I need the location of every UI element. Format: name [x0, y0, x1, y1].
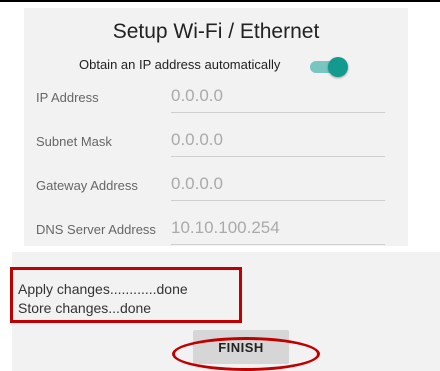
dhcp-toggle-row[interactable]: Obtain an IP address automatically: [24, 54, 408, 78]
toggle-thumb: [328, 57, 348, 77]
page-title: Setup Wi-Fi / Ethernet: [112, 20, 320, 43]
gateway-address-row: Gateway Address: [24, 168, 408, 208]
ip-address-row: IP Address: [24, 80, 408, 120]
ip-address-field[interactable]: [171, 84, 385, 113]
subnet-mask-row: Subnet Mask: [24, 124, 408, 164]
gateway-address-label: Gateway Address: [36, 178, 138, 193]
ip-address-label: IP Address: [36, 90, 99, 105]
subnet-mask-field[interactable]: [171, 128, 385, 157]
gateway-address-field[interactable]: [171, 172, 385, 201]
dns-server-label: DNS Server Address: [36, 222, 156, 237]
subnet-mask-label: Subnet Mask: [36, 134, 112, 149]
dns-server-row: DNS Server Address: [24, 212, 408, 252]
dns-server-field[interactable]: [171, 216, 385, 245]
dhcp-toggle-switch[interactable]: [310, 57, 348, 77]
finish-button[interactable]: FINISH: [193, 330, 289, 364]
dhcp-toggle-label: Obtain an IP address automatically: [79, 57, 281, 72]
status-highlight-box: [10, 267, 242, 323]
top-border: [0, 0, 440, 2]
network-settings-card: Setup Wi-Fi / Ethernet Obtain an IP addr…: [24, 8, 408, 246]
